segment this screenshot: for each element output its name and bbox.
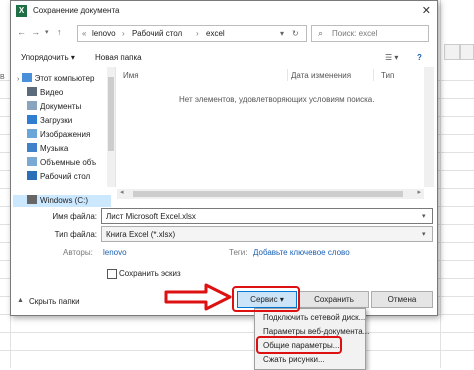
breadcrumb-excel[interactable]: excel (206, 29, 225, 38)
search-icon: ⌕ (318, 28, 324, 38)
refresh-icon[interactable]: ↻ (292, 29, 299, 38)
nav-item-3d-objects[interactable]: Объемные объ (27, 157, 96, 169)
breadcrumb-lenovo[interactable]: lenovo (92, 29, 116, 38)
save-thumbnail-checkbox[interactable] (107, 269, 117, 279)
breadcrumb-separator: › (122, 29, 125, 38)
grid-line (440, 0, 441, 368)
title-bar: X Сохранение документа ✕ (11, 1, 437, 21)
nav-label: Объемные объ (40, 158, 97, 167)
address-overflow[interactable]: « (82, 29, 86, 38)
video-icon (27, 87, 37, 96)
navigation-pane: › Этот компьютер Видео Документы Загрузк… (11, 67, 116, 187)
menu-item-web-options[interactable]: Параметры веб-документа... (263, 327, 369, 336)
filename-dropdown-icon[interactable]: ▾ (422, 212, 426, 220)
column-name[interactable]: Имя (123, 71, 139, 80)
save-dialog: X Сохранение документа ✕ ← → ▾ ↑ « lenov… (10, 0, 438, 316)
nav-label: Windows (C:) (40, 196, 89, 205)
address-bar[interactable]: « lenovo › Рабочий стол › excel ▾ ↻ (77, 25, 307, 42)
filetype-dropdown-icon[interactable]: ▾ (422, 230, 426, 238)
filetype-select[interactable]: Книга Excel (*.xlsx) ▾ (101, 226, 433, 242)
pictures-icon (27, 129, 37, 138)
grid-line (0, 332, 474, 333)
column-type[interactable]: Тип (381, 71, 394, 80)
filename-input[interactable]: Лист Microsoft Excel.xlsx ▾ (101, 208, 433, 224)
excel-toolbar-icon[interactable] (460, 44, 474, 60)
save-button[interactable]: Сохранить (299, 291, 369, 308)
address-dropdown-icon[interactable]: ▾ (280, 29, 284, 38)
filename-value: Лист Microsoft Excel.xlsx (106, 212, 196, 221)
address-row: ← → ▾ ↑ « lenovo › Рабочий стол › excel … (11, 23, 437, 43)
nav-label: Этот компьютер (34, 74, 95, 83)
general-options-highlight-annotation (256, 336, 342, 354)
tags-value[interactable]: Добавьте ключевое слово (253, 248, 350, 257)
nav-item-documents[interactable]: Документы (27, 101, 81, 113)
grid-line (0, 350, 474, 351)
nav-label: Видео (40, 88, 64, 97)
red-arrow-annotation (164, 283, 232, 311)
nav-item-music[interactable]: Музыка (27, 143, 68, 155)
filename-label: Имя файла: (52, 212, 97, 221)
filetype-label: Тип файла: (54, 230, 97, 239)
list-vertical-scrollbar[interactable] (424, 67, 434, 187)
3d-objects-icon (27, 157, 37, 166)
scroll-left-icon[interactable]: ◂ (120, 188, 124, 196)
music-icon (27, 143, 37, 152)
nav-scroll-thumb[interactable] (108, 77, 114, 151)
nav-label: Изображения (40, 130, 91, 139)
desktop-icon (27, 171, 37, 180)
column-separator (287, 69, 288, 81)
close-icon[interactable]: ✕ (422, 4, 431, 17)
excel-cell-ref: B (0, 74, 5, 81)
hide-folders-button[interactable]: Скрыть папки (29, 297, 80, 306)
view-options-icon[interactable]: ☰ ▾ (385, 53, 398, 62)
authors-label: Авторы: (63, 248, 93, 257)
save-thumbnail-label[interactable]: Сохранить эскиз (119, 269, 181, 278)
nav-item-this-pc[interactable]: › Этот компьютер (17, 73, 94, 85)
documents-icon (27, 101, 37, 110)
help-icon[interactable]: ? (417, 53, 422, 62)
new-folder-button[interactable]: Новая папка (95, 53, 142, 62)
organize-button[interactable]: Упорядочить ▾ (21, 53, 75, 62)
up-icon[interactable]: ↑ (57, 27, 62, 37)
nav-label: Музыка (40, 144, 69, 153)
nav-item-pictures[interactable]: Изображения (27, 129, 90, 141)
downloads-icon (27, 115, 37, 124)
recent-chevron-icon[interactable]: ▾ (45, 28, 49, 36)
menu-item-map-network-drive[interactable]: Подключить сетевой диск... (263, 313, 365, 322)
scroll-right-icon[interactable]: ▸ (417, 188, 421, 196)
computer-icon (21, 73, 32, 82)
menu-item-compress-pictures[interactable]: Сжать рисунки... (263, 355, 325, 364)
authors-value[interactable]: lenovo (103, 248, 127, 257)
excel-toolbar-icon[interactable] (444, 44, 460, 60)
back-icon[interactable]: ← (17, 27, 26, 37)
dialog-title: Сохранение документа (33, 6, 120, 15)
hide-folders-icon[interactable]: ▲ (17, 297, 24, 304)
horizontal-scroll-thumb[interactable] (133, 191, 403, 197)
file-list: Имя Дата изменения Тип Нет элементов, уд… (117, 67, 423, 187)
search-placeholder: Поиск: excel (332, 29, 378, 38)
forward-icon[interactable]: → (31, 27, 40, 37)
excel-app-icon: X (16, 5, 27, 17)
drive-icon (27, 195, 37, 204)
nav-label: Рабочий стол (40, 172, 91, 181)
column-separator (373, 69, 374, 81)
nav-label: Загрузки (40, 116, 73, 125)
tags-label: Теги: (229, 248, 248, 257)
list-horizontal-scrollbar[interactable]: ◂ ▸ (117, 189, 424, 199)
search-box[interactable]: ⌕ Поиск: excel (311, 25, 429, 42)
nav-scrollbar[interactable] (107, 67, 115, 187)
nav-item-downloads[interactable]: Загрузки (27, 115, 72, 127)
service-highlight-annotation (232, 286, 300, 312)
filetype-value: Книга Excel (*.xlsx) (106, 230, 176, 239)
breadcrumb-desktop[interactable]: Рабочий стол (132, 29, 182, 38)
nav-item-desktop[interactable]: Рабочий стол (27, 171, 90, 183)
nav-item-drive-c[interactable]: Windows (C:) (13, 195, 111, 207)
nav-item-video[interactable]: Видео (27, 87, 63, 99)
toolbar: Упорядочить ▾ Новая папка ☰ ▾ ? (11, 47, 437, 67)
nav-label: Документы (40, 102, 82, 111)
column-date[interactable]: Дата изменения (291, 71, 351, 80)
cancel-button[interactable]: Отмена (371, 291, 433, 308)
empty-message: Нет элементов, удовлетворяющих условиям … (179, 95, 375, 104)
breadcrumb-separator: › (196, 29, 199, 38)
